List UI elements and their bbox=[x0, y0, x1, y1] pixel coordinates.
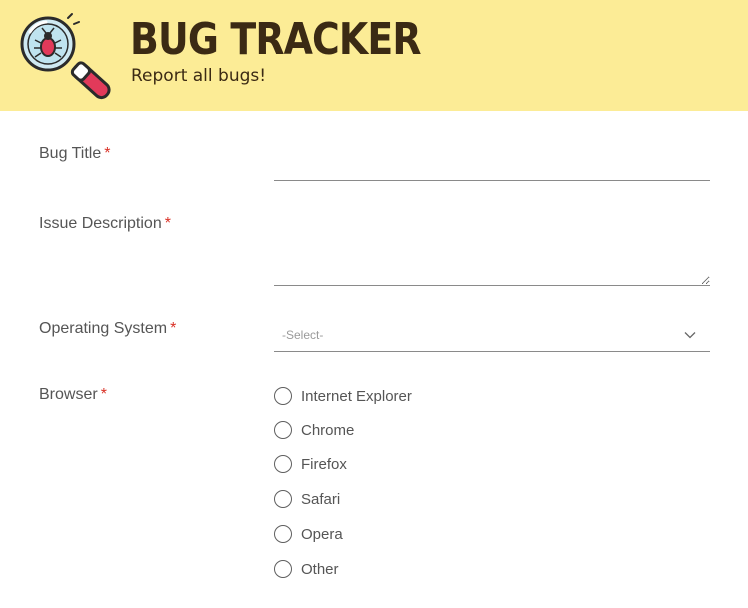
required-mark: * bbox=[100, 386, 107, 403]
radio-button[interactable] bbox=[274, 560, 292, 578]
radio-button[interactable] bbox=[274, 455, 292, 473]
issue-description-textarea[interactable] bbox=[274, 204, 710, 286]
radio-label: Firefox bbox=[301, 455, 347, 473]
app-subtitle: Report all bugs! bbox=[131, 66, 267, 86]
radio-button[interactable] bbox=[274, 387, 292, 405]
issue-description-label-text: Issue Description bbox=[39, 215, 162, 232]
chevron-down-icon bbox=[684, 332, 696, 339]
browser-label: Browser * bbox=[39, 386, 107, 404]
browser-option-opera[interactable]: Opera bbox=[274, 522, 343, 546]
operating-system-select-value: -Select- bbox=[282, 328, 324, 342]
radio-button[interactable] bbox=[274, 421, 292, 439]
app-title: BUG TRACKER bbox=[130, 14, 422, 65]
bug-title-input[interactable] bbox=[274, 150, 710, 181]
radio-label: Internet Explorer bbox=[301, 387, 412, 405]
app-header: BUG TRACKER Report all bugs! bbox=[0, 0, 748, 111]
radio-button[interactable] bbox=[274, 525, 292, 543]
radio-label: Chrome bbox=[301, 421, 355, 439]
browser-option-chrome[interactable]: Chrome bbox=[274, 418, 354, 442]
browser-label-text: Browser bbox=[39, 386, 98, 403]
issue-description-label: Issue Description * bbox=[39, 215, 171, 233]
operating-system-select[interactable]: -Select- bbox=[274, 319, 710, 352]
bug-title-label-text: Bug Title bbox=[39, 145, 102, 162]
operating-system-label: Operating System * bbox=[39, 320, 176, 338]
browser-option-safari[interactable]: Safari bbox=[274, 487, 340, 511]
radio-button[interactable] bbox=[274, 490, 292, 508]
required-mark: * bbox=[164, 215, 171, 232]
radio-label: Other bbox=[301, 560, 339, 578]
browser-option-firefox[interactable]: Firefox bbox=[274, 452, 347, 476]
required-mark: * bbox=[170, 320, 177, 337]
radio-label: Safari bbox=[301, 490, 341, 508]
operating-system-label-text: Operating System bbox=[39, 320, 168, 337]
bug-title-label: Bug Title * bbox=[39, 145, 111, 163]
required-mark: * bbox=[104, 145, 111, 162]
browser-option-other[interactable]: Other bbox=[274, 557, 339, 581]
browser-option-internet-explorer[interactable]: Internet Explorer bbox=[274, 384, 412, 408]
radio-label: Opera bbox=[301, 525, 343, 543]
bug-magnifier-icon bbox=[20, 13, 111, 100]
